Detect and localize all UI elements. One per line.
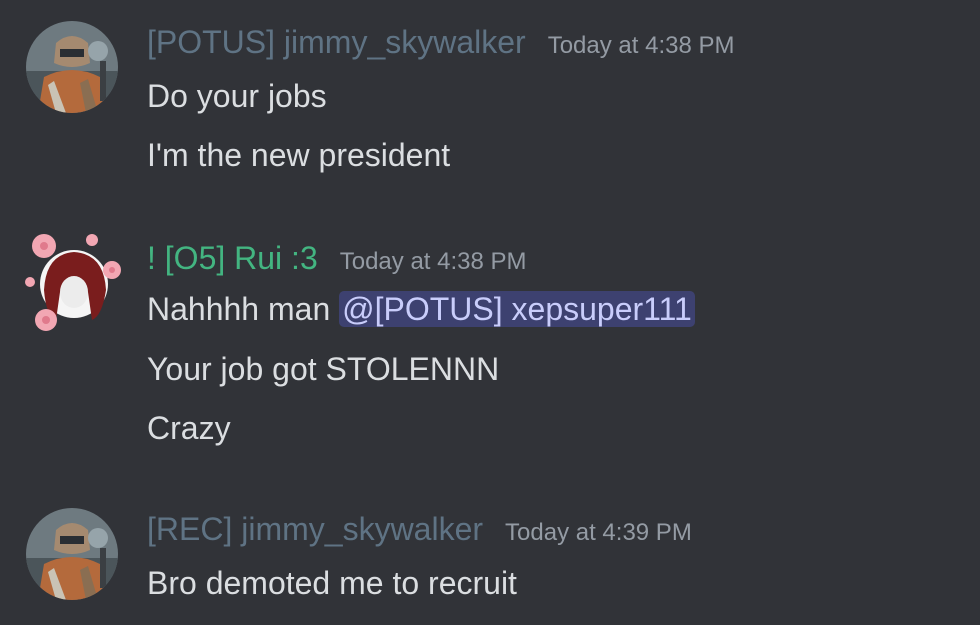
message-text-prefix: Nahhhh man [147,291,340,327]
message-text: Nahhhh man @[POTUS] xepsuper111 [147,291,695,328]
timestamp: Today at 4:38 PM [547,32,735,59]
armored-soldier-avatar-icon[interactable] [26,508,118,600]
user-mention[interactable]: @[POTUS] xepsuper111 [339,291,695,327]
timestamp: Today at 4:38 PM [339,248,527,275]
message-text: Crazy [147,410,231,446]
armored-soldier-avatar-icon[interactable] [26,21,118,113]
message-header: [POTUS] jimmy_skywalker Today at 4:38 PM [147,24,734,61]
message-text: Do your jobs [147,78,327,114]
timestamp: Today at 4:39 PM [505,519,692,546]
message-text: I'm the new president [147,137,451,173]
message-text: Your job got STOLENNN [147,351,500,387]
username[interactable]: [REC] jimmy_skywalker [147,511,483,548]
message-header: [REC] jimmy_skywalker Today at 4:39 PM [147,511,692,548]
username[interactable]: [POTUS] jimmy_skywalker [147,24,526,61]
username[interactable]: ! [O5] Rui :3 [147,240,318,277]
message-header: ! [O5] Rui :3 Today at 4:38 PM [147,240,527,277]
message-text: Bro demoted me to recruit [147,565,517,601]
anime-girl-sakura-avatar-icon[interactable] [22,230,126,334]
